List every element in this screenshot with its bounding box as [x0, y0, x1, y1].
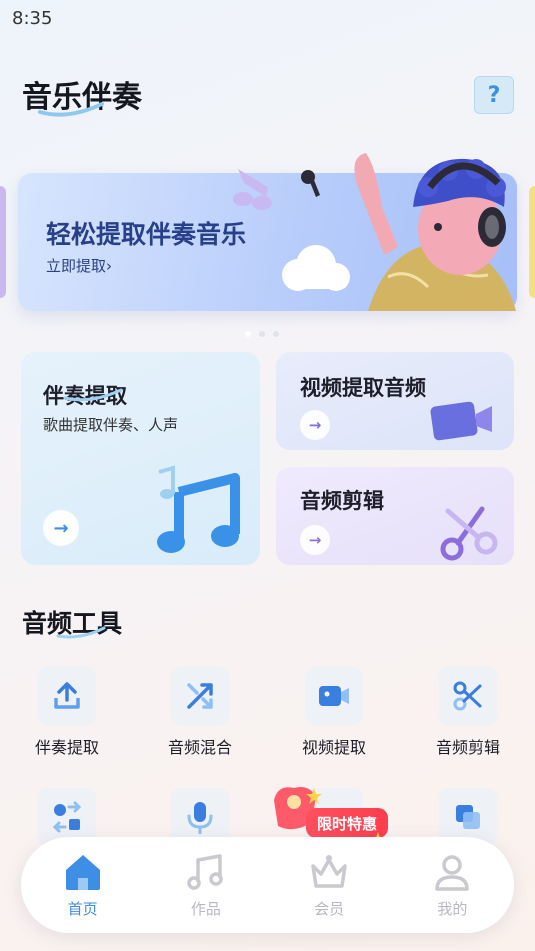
tool-icon-box: [439, 667, 497, 725]
user-icon: [435, 854, 470, 891]
tool-label: 视频提取: [301, 738, 366, 757]
title-swoosh-decoration: [38, 102, 104, 117]
tool-icon-box: [38, 667, 96, 725]
nav-label: 我的: [437, 899, 468, 918]
swoosh-decoration: [63, 388, 123, 402]
status-time: 8:35: [12, 8, 53, 29]
tool-label: 音频混合: [167, 738, 232, 757]
music-note-icon: [157, 465, 240, 553]
audio-edit-card[interactable]: 音频剪辑 →: [276, 467, 514, 565]
nav-item-home[interactable]: 首页: [38, 852, 128, 919]
music-note-icon: [187, 853, 223, 890]
tool-label: 音频剪辑: [435, 738, 500, 757]
headphone-character-illustration: [233, 153, 516, 311]
video-camera-icon: [430, 401, 492, 441]
nav-item-membership[interactable]: 会员: [284, 852, 374, 919]
banner-link[interactable]: 立即提取›: [46, 255, 112, 276]
tool-accompaniment-extract[interactable]: 伴奏提取: [12, 667, 122, 758]
carousel-dot-2[interactable]: [259, 331, 265, 337]
bottom-navigation: 首页 作品 会员 我的: [21, 837, 514, 933]
nav-item-works[interactable]: 作品: [161, 852, 251, 919]
scissors-icon: [453, 681, 482, 711]
section-swoosh-decoration: [56, 626, 106, 639]
scissors-icon: [440, 506, 498, 561]
nav-item-profile[interactable]: 我的: [407, 852, 497, 919]
accompaniment-extract-card[interactable]: 伴奏提取 歌曲提取伴奏、人声 →: [21, 352, 260, 565]
arrow-right-icon: →: [53, 517, 69, 539]
banner-next-peek[interactable]: [529, 186, 535, 298]
tool-audio-edit[interactable]: 音频剪辑: [413, 667, 523, 758]
arrow-right-button[interactable]: →: [300, 525, 330, 555]
video-camera-icon: [319, 686, 349, 706]
shuffle-icon: [187, 683, 213, 709]
help-icon: ?: [487, 82, 501, 108]
arrow-right-button[interactable]: →: [300, 410, 330, 440]
microphone-icon: [187, 802, 213, 834]
tool-label: 伴奏提取: [34, 738, 99, 757]
nav-label: 会员: [314, 899, 345, 918]
convert-icon: [52, 801, 82, 833]
carousel-dot-1[interactable]: [245, 331, 251, 337]
carousel-indicator: [245, 331, 279, 337]
help-button[interactable]: ?: [474, 76, 514, 114]
upload-icon: [54, 682, 80, 709]
crown-icon: [311, 854, 347, 888]
arrow-right-icon: →: [308, 531, 322, 549]
tool-video-extract[interactable]: 视频提取: [279, 667, 389, 758]
card-title: 音频剪辑: [300, 489, 384, 513]
nav-label: 作品: [190, 899, 221, 918]
layers-icon: [456, 805, 480, 829]
carousel-dot-3[interactable]: [273, 331, 279, 337]
arrow-right-icon: →: [308, 416, 322, 434]
video-extract-audio-card[interactable]: 视频提取音频 →: [276, 352, 514, 450]
nav-label: 首页: [67, 899, 98, 918]
tool-icon-box: [305, 667, 363, 725]
banner-link-label: 立即提取: [46, 257, 107, 275]
banner-prev-peek[interactable]: [0, 186, 6, 298]
card-subtitle: 歌曲提取伴奏、人声: [43, 416, 179, 434]
banner-carousel-slide[interactable]: 轻松提取伴奏音乐 立即提取›: [18, 153, 517, 311]
tool-icon-box: [171, 667, 229, 725]
chevron-right-icon: ›: [106, 257, 113, 275]
limited-offer-promo[interactable]: 限时特惠: [268, 782, 390, 844]
arrow-right-button[interactable]: →: [43, 510, 79, 546]
home-icon: [65, 854, 100, 890]
card-title: 视频提取音频: [300, 376, 426, 400]
tool-audio-mix[interactable]: 音频混合: [145, 667, 255, 758]
